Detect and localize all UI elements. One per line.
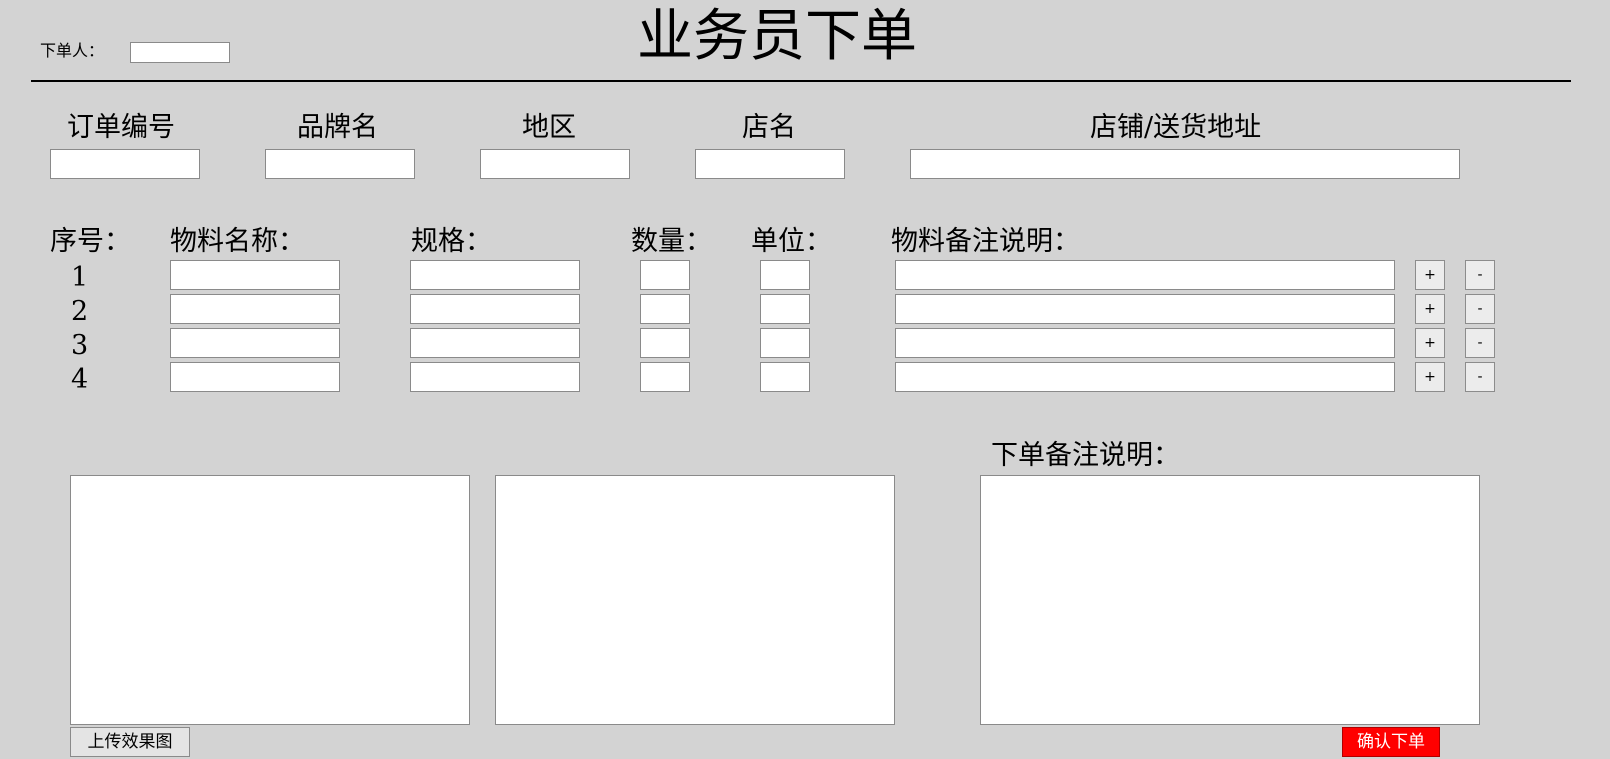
material-spec-input[interactable] [410, 260, 580, 290]
material-spec-input[interactable] [410, 328, 580, 358]
add-row-button[interactable]: + [1415, 294, 1445, 324]
material-unit-input[interactable] [760, 328, 810, 358]
region-input[interactable] [480, 149, 630, 179]
materials-header-note: 物料备注说明： [891, 226, 1080, 257]
store-address-label: 店铺/送货地址 [1090, 112, 1262, 143]
region-label: 地区 [522, 112, 576, 143]
materials-header-index: 序号： [50, 226, 131, 257]
remove-row-button[interactable]: - [1465, 328, 1495, 358]
material-unit-input[interactable] [760, 294, 810, 324]
materials-header-spec: 规格： [411, 226, 492, 257]
material-qty-input[interactable] [640, 260, 690, 290]
material-note-input[interactable] [895, 260, 1395, 290]
material-unit-input[interactable] [760, 362, 810, 392]
orderer-label: 下单人： [40, 41, 105, 60]
material-row-index: 4 [71, 364, 89, 395]
effect-image-slot-1[interactable] [70, 475, 470, 725]
material-row-index: 1 [71, 262, 89, 293]
material-row-index: 2 [71, 296, 89, 327]
material-qty-input[interactable] [640, 328, 690, 358]
remove-row-button[interactable]: - [1465, 294, 1495, 324]
material-unit-input[interactable] [760, 260, 810, 290]
material-note-input[interactable] [895, 328, 1395, 358]
material-name-input[interactable] [170, 328, 340, 358]
header-divider [31, 80, 1571, 82]
materials-header-name: 物料名称： [170, 226, 305, 257]
remove-row-button[interactable]: - [1465, 362, 1495, 392]
material-name-input[interactable] [170, 260, 340, 290]
material-name-input[interactable] [170, 362, 340, 392]
material-row-index: 3 [71, 330, 89, 361]
order-note-label: 下单备注说明： [991, 440, 1180, 471]
add-row-button[interactable]: + [1415, 328, 1445, 358]
material-qty-input[interactable] [640, 362, 690, 392]
order-note-textarea[interactable] [980, 475, 1480, 725]
order-number-input[interactable] [50, 149, 200, 179]
orderer-input[interactable] [130, 42, 230, 63]
material-note-input[interactable] [895, 294, 1395, 324]
store-name-input[interactable] [695, 149, 845, 179]
upload-effect-image-button[interactable]: 上传效果图 [70, 727, 190, 757]
brand-name-input[interactable] [265, 149, 415, 179]
add-row-button[interactable]: + [1415, 362, 1445, 392]
page-title: 业务员下单 [637, 4, 917, 69]
materials-header-unit: 单位： [751, 226, 832, 257]
material-name-input[interactable] [170, 294, 340, 324]
brand-name-label: 品牌名 [297, 112, 378, 143]
confirm-order-button[interactable]: 确认下单 [1342, 727, 1440, 757]
materials-header-qty: 数量： [631, 226, 712, 257]
store-address-input[interactable] [910, 149, 1460, 179]
store-name-label: 店名 [742, 112, 796, 143]
add-row-button[interactable]: + [1415, 260, 1445, 290]
material-spec-input[interactable] [410, 294, 580, 324]
effect-image-slot-2[interactable] [495, 475, 895, 725]
material-note-input[interactable] [895, 362, 1395, 392]
remove-row-button[interactable]: - [1465, 260, 1495, 290]
material-qty-input[interactable] [640, 294, 690, 324]
order-number-label: 订单编号 [67, 112, 175, 143]
material-spec-input[interactable] [410, 362, 580, 392]
